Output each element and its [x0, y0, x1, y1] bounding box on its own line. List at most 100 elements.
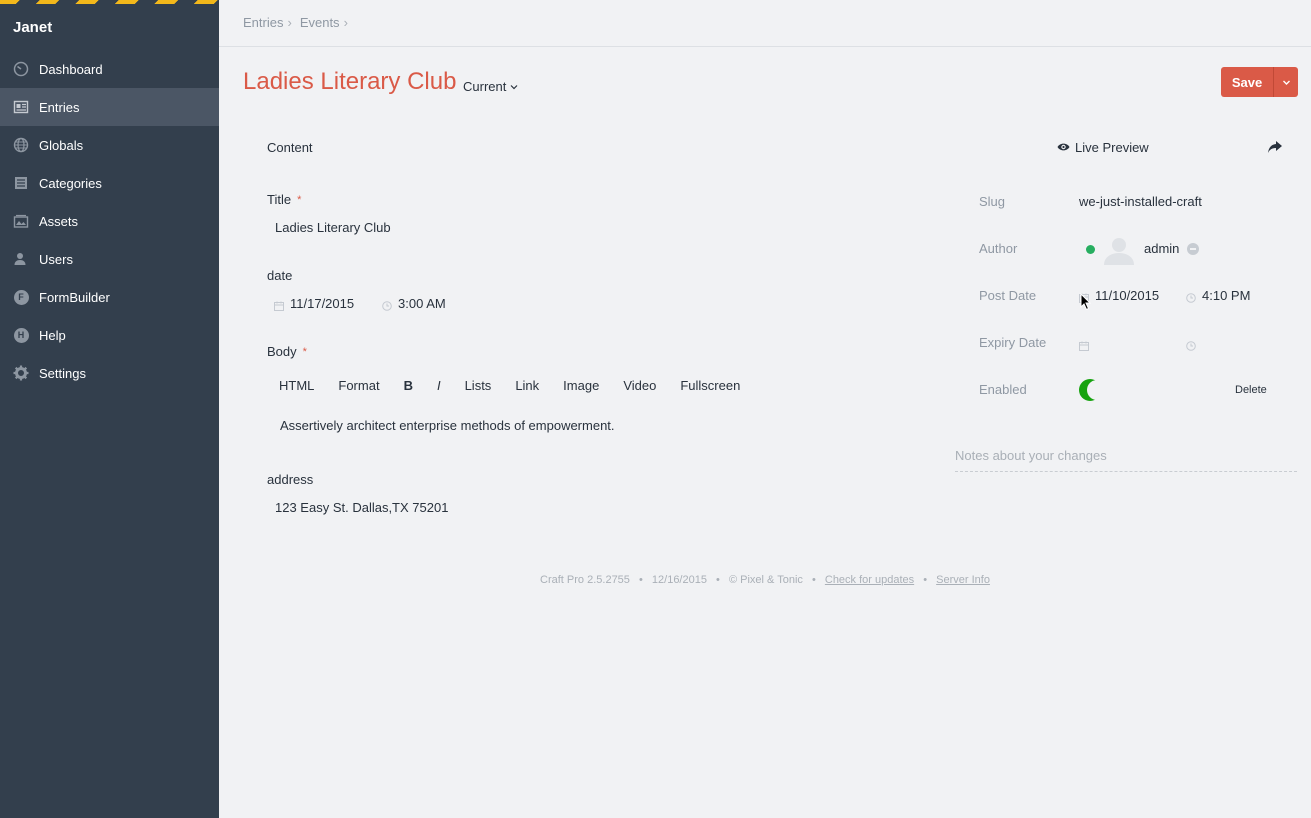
post-time-value: 4:10 PM [1202, 288, 1251, 303]
expiry-time-input[interactable] [1186, 337, 1246, 351]
sidebar-item-label: Assets [39, 213, 79, 229]
formbuilder-icon: F [13, 289, 29, 305]
calendar-icon [1079, 339, 1089, 351]
sidebar-item-label: Entries [39, 99, 80, 115]
notes-input[interactable]: Notes about your changes [955, 448, 1297, 472]
sidebar-item-formbuilder[interactable]: F FormBuilder [0, 278, 219, 316]
enabled-toggle[interactable] [1078, 378, 1107, 402]
footer-bullet: • [716, 574, 720, 586]
sidebar-item-label: Help [39, 327, 66, 343]
tab-content[interactable]: Content [267, 140, 313, 155]
breadcrumb-separator: › [287, 15, 292, 30]
sidebar-item-label: Settings [39, 365, 86, 381]
sidebar-item-categories[interactable]: Categories [0, 164, 219, 202]
time-value: 3:00 AM [398, 296, 446, 311]
delete-button[interactable]: Delete [1235, 384, 1267, 396]
gear-icon [13, 365, 29, 381]
chevron-down-icon [510, 79, 518, 94]
save-button[interactable]: Save [1221, 67, 1273, 97]
title-input[interactable]: Ladies Literary Club [267, 216, 927, 240]
toolbar-lists-button[interactable]: Lists [453, 375, 504, 396]
author-name[interactable]: admin [1144, 241, 1179, 256]
footer-bullet: • [638, 574, 643, 586]
footer-copyright: © Pixel & Tonic [728, 574, 803, 586]
toolbar-link-button[interactable]: Link [503, 375, 551, 396]
sidebar-item-assets[interactable]: Assets [0, 202, 219, 240]
body-label: Body [267, 344, 297, 359]
sidebar-item-entries[interactable]: Entries [0, 88, 219, 126]
toolbar-image-button[interactable]: Image [551, 375, 611, 396]
assets-icon [13, 213, 29, 229]
save-menu-button[interactable] [1273, 67, 1298, 97]
sidebar-item-globals[interactable]: Globals [0, 126, 219, 164]
sidebar-item-help[interactable]: H Help [0, 316, 219, 354]
environment-stripes [0, 0, 219, 4]
slug-label: Slug [979, 194, 1006, 209]
server-info-link[interactable]: Server Info [936, 574, 990, 586]
breadcrumb-events[interactable]: Events [300, 15, 340, 30]
toolbar-bold-button[interactable]: B [392, 375, 425, 396]
entries-icon [13, 99, 29, 115]
categories-icon [13, 175, 29, 191]
slug-input[interactable]: we-just-installed-craft [1079, 194, 1202, 209]
toolbar-video-button[interactable]: Video [611, 375, 668, 396]
page-title: Ladies Literary Club [243, 68, 457, 95]
globe-icon [13, 137, 29, 153]
rich-text-toolbar: HTML Format B I Lists Link Image Video F… [267, 375, 752, 396]
toolbar-format-button[interactable]: Format [326, 375, 391, 396]
post-time-input[interactable]: 4:10 PM [1186, 288, 1250, 303]
site-name[interactable]: Janet [13, 19, 52, 36]
expiry-date-input[interactable] [1079, 337, 1169, 351]
help-icon: H [13, 327, 29, 343]
check-updates-link[interactable]: Check for updates [825, 574, 914, 586]
address-input[interactable]: 123 Easy St. Dallas,TX 75201 [275, 500, 448, 515]
body-field-label: Body * [267, 344, 307, 359]
breadcrumb-separator: › [343, 15, 348, 30]
sidebar-nav: Dashboard Entries Globals Categories Ass… [0, 50, 219, 392]
save-button-group: Save [1221, 67, 1298, 97]
remove-author-icon[interactable] [1187, 243, 1199, 255]
clock-icon [1186, 291, 1196, 303]
toolbar-italic-button[interactable]: I [425, 375, 453, 396]
calendar-icon [274, 299, 284, 311]
enabled-label: Enabled [979, 382, 1027, 397]
time-input[interactable]: 3:00 AM [382, 296, 446, 311]
footer-date: 12/16/2015 [651, 574, 707, 586]
required-indicator: * [302, 346, 307, 358]
sidebar-item-settings[interactable]: Settings [0, 354, 219, 392]
clock-icon [1186, 339, 1196, 351]
toolbar-fullscreen-button[interactable]: Fullscreen [668, 375, 752, 396]
breadcrumb-entries[interactable]: Entries [243, 15, 283, 30]
main-content: Entries › Events › Ladies Literary Club … [219, 0, 1311, 818]
share-icon[interactable] [1267, 140, 1283, 154]
footer-product: Craft Pro 2.5.2755 [540, 574, 630, 586]
clock-icon [382, 299, 392, 311]
sidebar-item-label: Dashboard [39, 61, 103, 77]
footer-bullet: • [811, 574, 816, 586]
sidebar-item-users[interactable]: Users [0, 240, 219, 278]
users-icon [13, 251, 29, 267]
toolbar-html-button[interactable]: HTML [267, 375, 326, 396]
date-input[interactable]: 11/17/2015 [274, 296, 354, 311]
revision-label: Current [463, 79, 507, 94]
avatar [1103, 235, 1135, 265]
required-indicator: * [297, 194, 302, 206]
title-field-label: Title * [267, 192, 301, 207]
sidebar-item-label: Categories [39, 175, 102, 191]
sidebar-item-dashboard[interactable]: Dashboard [0, 50, 219, 88]
help-badge: H [13, 327, 29, 343]
sidebar-item-label: Globals [39, 137, 84, 153]
eye-icon [1057, 140, 1070, 155]
post-date-value: 11/10/2015 [1095, 288, 1160, 303]
live-preview-label: Live Preview [1075, 140, 1149, 155]
breadcrumb: Entries › Events › [243, 15, 352, 30]
live-preview-button[interactable]: Live Preview [1057, 140, 1149, 155]
revision-menu[interactable]: Current [463, 79, 518, 94]
formbuilder-badge: F [13, 289, 29, 305]
gauge-icon [13, 61, 29, 77]
author-label: Author [979, 241, 1018, 256]
chevron-down-icon [1282, 75, 1291, 90]
sidebar: Janet Dashboard Entries Globals Categori… [0, 0, 219, 818]
body-editor[interactable]: Assertively architect enterprise methods… [280, 418, 615, 433]
mouse-cursor-icon [1080, 292, 1092, 311]
